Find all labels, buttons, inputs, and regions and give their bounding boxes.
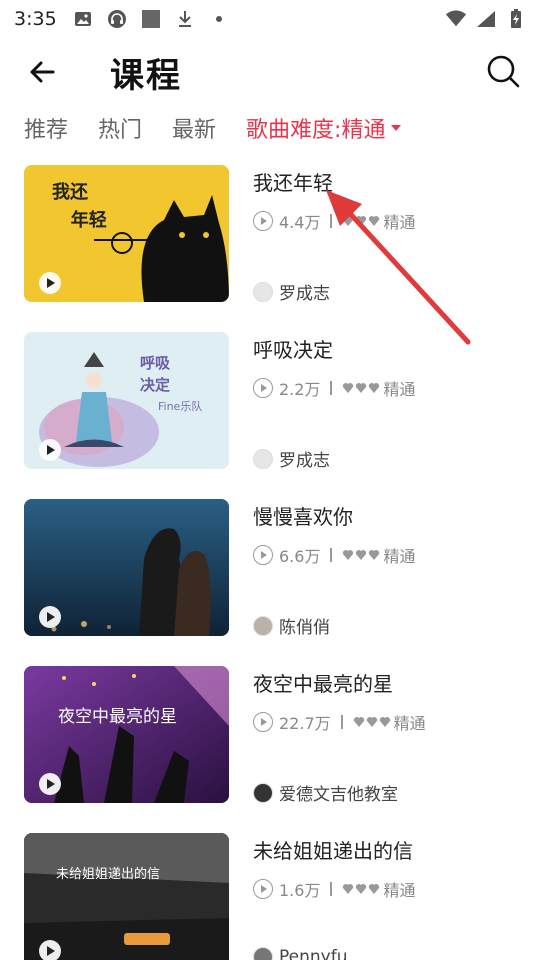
meta-divider: [340, 715, 343, 729]
course-meta: 22.7万 精通: [253, 710, 426, 734]
course-author[interactable]: 爱德文吉他教室: [253, 780, 398, 805]
play-count-icon: [253, 378, 273, 398]
dot-icon: [209, 9, 229, 29]
meta-divider: [330, 882, 333, 896]
difficulty-label: 精通: [393, 714, 426, 733]
course-author[interactable]: 罗成志: [253, 279, 330, 304]
meta-divider: [330, 214, 333, 228]
course-item[interactable]: 未给姐姐递出的信 未给姐姐递出的信 1.6万 精通 Pennyfu: [0, 833, 540, 960]
course-title: 未给姐姐递出的信: [253, 839, 413, 863]
tab-recommended[interactable]: 推荐: [24, 112, 68, 144]
difficulty-label: 精通: [383, 881, 416, 900]
course-item[interactable]: 夜空中最亮的星 夜空中最亮的星 22.7万 精通 爱德文吉他教室: [0, 666, 540, 806]
course-title: 我还年轻: [253, 171, 333, 195]
play-count-icon: [253, 211, 273, 231]
play-icon: [39, 940, 61, 960]
difficulty-hearts-icon: [342, 549, 380, 561]
course-item[interactable]: 慢慢喜欢你 6.6万 精通 陈俏俏: [0, 499, 540, 639]
author-name: 爱德文吉他教室: [279, 785, 398, 805]
square-icon: [141, 9, 161, 29]
play-icon: [39, 439, 61, 461]
course-meta: 4.4万 精通: [253, 209, 415, 233]
thumb-text-2: 呼吸 决定: [140, 354, 171, 394]
avatar: [253, 782, 273, 803]
play-count-icon: [253, 545, 273, 565]
play-count: 4.4万: [279, 213, 321, 232]
avatar: [253, 947, 273, 960]
tab-latest[interactable]: 最新: [172, 112, 216, 144]
headphones-icon: [107, 9, 127, 29]
play-count-icon: [253, 712, 273, 732]
search-icon: [487, 55, 520, 88]
avatar: [253, 281, 273, 302]
course-thumbnail: 未给姐姐递出的信: [24, 833, 229, 960]
status-time: 3:35: [14, 8, 57, 30]
course-author[interactable]: Pennyfu: [253, 947, 347, 960]
course-author[interactable]: 罗成志: [253, 446, 330, 471]
thumb-text-5: 未给姐姐递出的信: [56, 867, 161, 882]
course-thumbnail: [24, 499, 229, 636]
status-bar: 3:35: [0, 0, 540, 38]
course-meta: 2.2万 精通: [253, 376, 415, 400]
play-icon: [39, 773, 61, 795]
meta-divider: [330, 548, 333, 562]
play-icon: [39, 272, 61, 294]
course-thumbnail: 呼吸 决定 Fine乐队: [24, 332, 229, 469]
play-count: 22.7万: [279, 714, 331, 733]
app-header: 课程: [0, 40, 540, 100]
course-meta: 1.6万 精通: [253, 877, 415, 901]
difficulty-hearts-icon: [342, 382, 380, 394]
status-left-icons: [73, 9, 229, 29]
avatar: [253, 615, 273, 636]
page-title: 课程: [110, 56, 182, 96]
play-icon: [39, 606, 61, 628]
wifi-icon: [446, 9, 466, 29]
author-name: 罗成志: [279, 451, 330, 471]
difficulty-hearts-icon: [342, 883, 380, 895]
course-title: 夜空中最亮的星: [253, 672, 393, 696]
play-count: 1.6万: [279, 881, 321, 900]
avatar: [253, 448, 273, 469]
course-thumbnail: 我还 年轻: [24, 165, 229, 302]
caret-down-icon: [391, 125, 402, 131]
play-count: 2.2万: [279, 380, 321, 399]
search-button[interactable]: [482, 50, 524, 92]
back-button[interactable]: [22, 52, 62, 92]
signal-icon: [476, 9, 496, 29]
author-name: 罗成志: [279, 284, 330, 304]
tab-difficulty-filter[interactable]: 歌曲难度:精通: [246, 112, 402, 144]
download-icon: [175, 9, 195, 29]
difficulty-label: 精通: [383, 380, 416, 399]
course-item[interactable]: 呼吸 决定 Fine乐队 呼吸决定 2.2万 精通 罗成志: [0, 332, 540, 472]
author-name: 陈俏俏: [279, 618, 330, 638]
difficulty-label: 精通: [383, 547, 416, 566]
course-title: 慢慢喜欢你: [253, 505, 353, 529]
arrow-left-icon: [30, 61, 55, 83]
course-meta: 6.6万 精通: [253, 543, 415, 567]
difficulty-hearts-icon: [342, 215, 380, 227]
course-thumbnail: 夜空中最亮的星: [24, 666, 229, 803]
battery-icon: [506, 9, 526, 29]
play-count: 6.6万: [279, 547, 321, 566]
category-tabs: 推荐 热门 最新 歌曲难度:精通: [24, 108, 524, 148]
author-name: Pennyfu: [279, 947, 348, 960]
difficulty-hearts-icon: [353, 716, 391, 728]
thumb-text-1: 我还 年轻: [52, 182, 107, 231]
image-icon: [73, 9, 93, 29]
tab-difficulty-label: 歌曲难度:精通: [246, 118, 386, 143]
course-item[interactable]: 我还 年轻 我还年轻 4.4万 精通 罗成志: [0, 165, 540, 305]
thumb-text-4: 夜空中最亮的星: [58, 707, 177, 727]
meta-divider: [330, 381, 333, 395]
course-title: 呼吸决定: [253, 338, 333, 362]
thumb-subtext-2: Fine乐队: [158, 400, 203, 413]
difficulty-label: 精通: [383, 213, 416, 232]
play-count-icon: [253, 879, 273, 899]
course-author[interactable]: 陈俏俏: [253, 613, 330, 638]
status-right-icons: [446, 9, 526, 29]
tab-popular[interactable]: 热门: [98, 112, 142, 144]
